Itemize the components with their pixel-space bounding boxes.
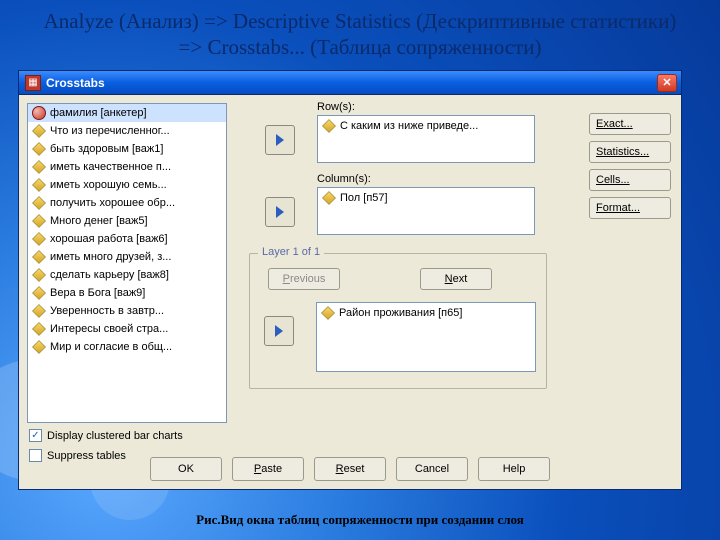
display-charts-row[interactable]: ✓ Display clustered bar charts [29, 429, 183, 442]
scale-icon [32, 340, 46, 354]
move-to-layer-button[interactable] [264, 316, 294, 346]
close-button[interactable]: ✕ [657, 74, 677, 92]
list-item-label: Уверенность в завтр... [50, 305, 164, 317]
reset-button[interactable]: Reset [314, 457, 386, 481]
list-item[interactable]: Район проживания [п65] [319, 305, 533, 321]
scale-icon [322, 119, 336, 133]
list-item-label: иметь качественное п... [50, 161, 171, 173]
display-charts-label: Display clustered bar charts [47, 430, 183, 442]
dialog-client: фамилия [анкетер] Что из перечисленног...… [19, 95, 681, 489]
variable-list[interactable]: фамилия [анкетер] Что из перечисленног...… [27, 103, 227, 423]
scale-icon [32, 124, 46, 138]
list-item-label: иметь хорошую семь... [50, 179, 167, 191]
layer-group: Layer 1 of 1 Previous Next Район прожива… [249, 253, 547, 389]
rows-box[interactable]: С каким из ниже приведе... [317, 115, 535, 163]
layer-previous-button[interactable]: Previous [268, 268, 340, 290]
arrow-right-icon [272, 204, 288, 220]
help-button[interactable]: Help [478, 457, 550, 481]
arrow-right-icon [271, 323, 287, 339]
scale-icon [32, 160, 46, 174]
scale-icon [32, 268, 46, 282]
list-item-label: получить хорошее обр... [50, 197, 175, 209]
list-item-label: Район проживания [п65] [339, 307, 462, 319]
nominal-icon [32, 106, 46, 120]
list-item-label: фамилия [анкетер] [50, 107, 147, 119]
slide-title: Analyze (Анализ) => Descriptive Statisti… [0, 0, 720, 65]
list-item[interactable]: Мир и согласие в общ... [28, 338, 226, 356]
scale-icon [322, 191, 336, 205]
list-item[interactable]: Что из перечисленног... [28, 122, 226, 140]
layer-next-button[interactable]: Next [420, 268, 492, 290]
cells-button[interactable]: Cells... [589, 169, 671, 191]
list-item-label: С каким из ниже приведе... [340, 120, 478, 132]
list-item-label: хорошая работа [важ6] [50, 233, 168, 245]
list-item[interactable]: фамилия [анкетер] [28, 104, 226, 122]
scale-icon [32, 142, 46, 156]
titlebar[interactable]: Crosstabs ✕ [19, 71, 681, 95]
scale-icon [32, 286, 46, 300]
scale-icon [32, 214, 46, 228]
list-item[interactable]: С каким из ниже приведе... [320, 118, 532, 134]
list-item[interactable]: хорошая работа [важ6] [28, 230, 226, 248]
list-item[interactable]: иметь много друзей, з... [28, 248, 226, 266]
cancel-button[interactable]: Cancel [396, 457, 468, 481]
columns-box[interactable]: Пол [п57] [317, 187, 535, 235]
arrow-right-icon [272, 132, 288, 148]
paste-button[interactable]: Paste [232, 457, 304, 481]
list-item-label: быть здоровым [важ1] [50, 143, 163, 155]
scale-icon [32, 178, 46, 192]
exact-button[interactable]: Exact... [589, 113, 671, 135]
scale-icon [32, 232, 46, 246]
list-item[interactable]: иметь хорошую семь... [28, 176, 226, 194]
columns-label: Column(s): [317, 173, 371, 185]
layer-box[interactable]: Район проживания [п65] [316, 302, 536, 372]
move-to-rows-button[interactable] [265, 125, 295, 155]
list-item[interactable]: быть здоровым [важ1] [28, 140, 226, 158]
display-charts-checkbox[interactable]: ✓ [29, 429, 42, 442]
list-item[interactable]: Много денег [важ5] [28, 212, 226, 230]
list-item-label: Интересы своей стра... [50, 323, 168, 335]
layer-legend: Layer 1 of 1 [258, 246, 324, 258]
statistics-button[interactable]: Statistics... [589, 141, 671, 163]
move-to-columns-button[interactable] [265, 197, 295, 227]
list-item-label: Много денег [важ5] [50, 215, 148, 227]
scale-icon [321, 306, 335, 320]
crosstabs-window: Crosstabs ✕ фамилия [анкетер] Что из пере… [18, 70, 682, 490]
list-item[interactable]: получить хорошее обр... [28, 194, 226, 212]
list-item[interactable]: Интересы своей стра... [28, 320, 226, 338]
rows-label: Row(s): [317, 101, 355, 113]
scale-icon [32, 304, 46, 318]
list-item[interactable]: иметь качественное п... [28, 158, 226, 176]
list-item[interactable]: сделать карьеру [важ8] [28, 266, 226, 284]
ok-button[interactable]: OK [150, 457, 222, 481]
list-item[interactable]: Вера в Бога [важ9] [28, 284, 226, 302]
scale-icon [32, 322, 46, 336]
scale-icon [32, 196, 46, 210]
list-item-label: Что из перечисленног... [50, 125, 170, 137]
list-item-label: Вера в Бога [важ9] [50, 287, 145, 299]
scale-icon [32, 250, 46, 264]
figure-caption: Рис.Вид окна таблиц сопряженности при со… [0, 512, 720, 528]
list-item[interactable]: Пол [п57] [320, 190, 532, 206]
list-item-label: Пол [п57] [340, 192, 388, 204]
list-item-label: сделать карьеру [важ8] [50, 269, 169, 281]
button-row: OK Paste Reset Cancel Help [19, 457, 681, 481]
list-item[interactable]: Уверенность в завтр... [28, 302, 226, 320]
app-icon [25, 75, 41, 91]
format-button[interactable]: Format... [589, 197, 671, 219]
list-item-label: иметь много друзей, з... [50, 251, 171, 263]
window-title: Crosstabs [46, 76, 657, 90]
list-item-label: Мир и согласие в общ... [50, 341, 172, 353]
